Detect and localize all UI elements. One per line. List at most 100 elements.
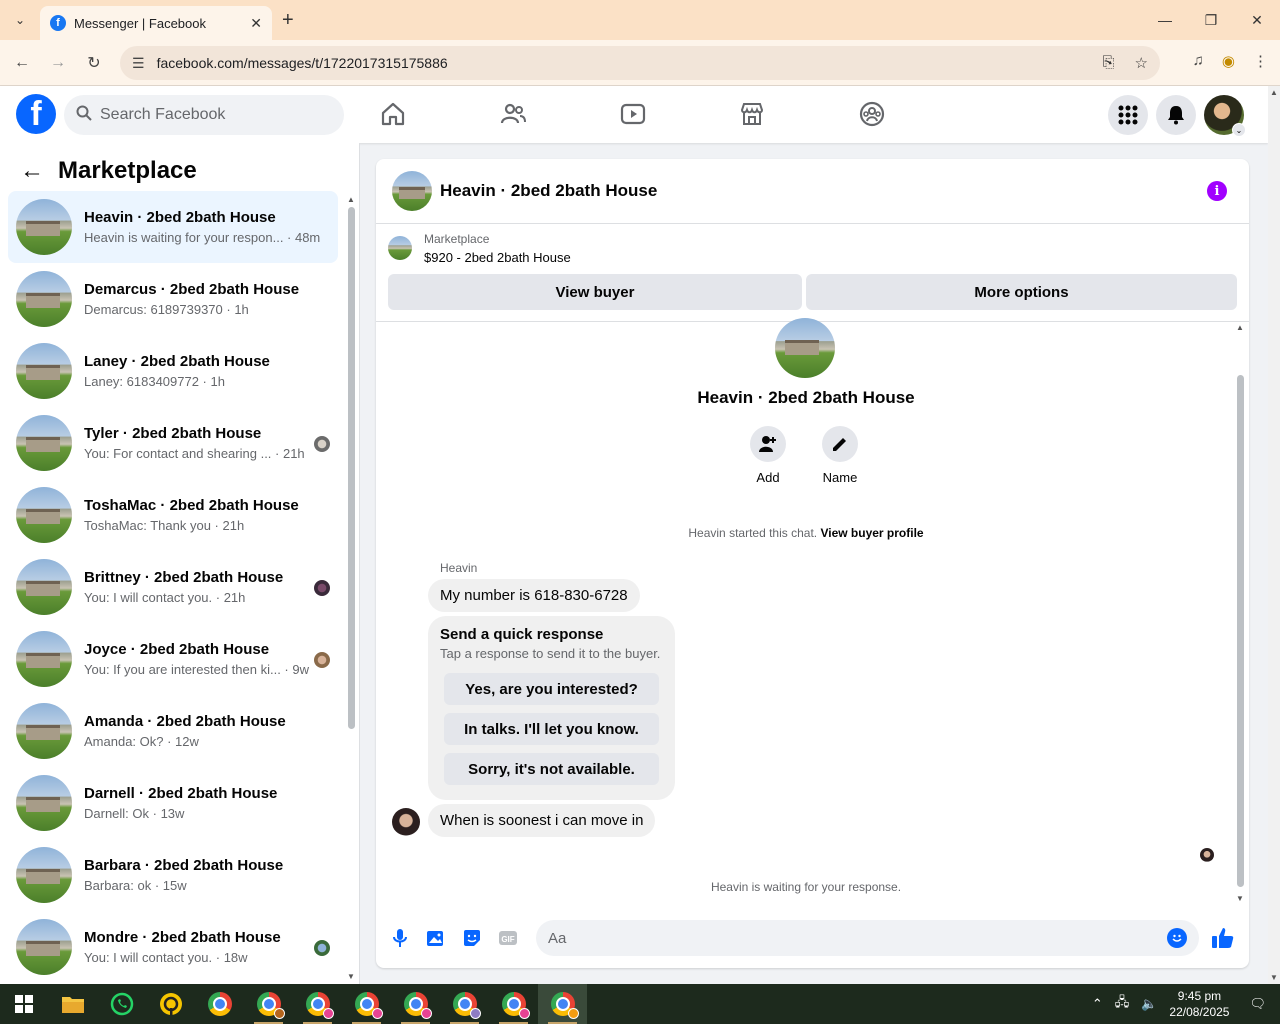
listing-thumbnail[interactable] <box>388 236 412 260</box>
notification-center-icon[interactable]: 🗨 <box>1249 996 1266 1012</box>
new-tab-icon[interactable]: + <box>282 9 294 32</box>
sticker-icon[interactable] <box>460 926 484 950</box>
scroll-up-arrow-icon[interactable]: ▲ <box>347 195 355 204</box>
close-tab-icon[interactable]: ✕ <box>250 15 262 32</box>
scroll-up-arrow-icon[interactable]: ▲ <box>1270 88 1278 97</box>
scroll-down-arrow-icon[interactable]: ▼ <box>1270 973 1278 982</box>
page-scrollbar[interactable]: ▲ ▼ <box>1268 86 1280 984</box>
conversation-item[interactable]: ToshaMac · 2bed 2bath House ToshaMac: Tha… <box>8 479 338 551</box>
clock[interactable]: 9:45 pm 22/08/2025 <box>1169 988 1229 1020</box>
video-icon[interactable] <box>619 100 647 128</box>
system-tray: ⌃ 🖧 🔈 9:45 pm 22/08/2025 🗨 <box>1086 984 1280 1024</box>
conversation-item[interactable]: Mondre · 2bed 2bath House You: I will con… <box>8 911 338 983</box>
profile-icon[interactable]: ◉ <box>1222 52 1235 70</box>
restore-icon[interactable]: ❐ <box>1188 0 1234 40</box>
facebook-logo-icon[interactable]: f <box>16 94 56 134</box>
conversation-item[interactable]: Tyler · 2bed 2bath House You: For contact… <box>8 407 338 479</box>
back-arrow-icon[interactable]: ← <box>20 157 44 185</box>
profile-hero-avatar <box>775 318 835 378</box>
media-control-icon[interactable]: ♫ <box>1193 52 1204 70</box>
quick-response-option[interactable]: Sorry, it's not available. <box>444 753 659 785</box>
forward-icon[interactable]: → <box>46 51 70 75</box>
microphone-icon[interactable] <box>388 926 412 950</box>
tab-title: Messenger | Facebook <box>74 15 206 31</box>
account-avatar[interactable]: ⌄ <box>1204 95 1246 137</box>
more-options-button[interactable]: More options <box>806 274 1237 310</box>
emoji-icon[interactable] <box>1167 928 1187 948</box>
conversation-item[interactable]: Heavin · 2bed 2bath House Heavin is waiti… <box>8 191 338 263</box>
message-bubble[interactable]: My number is 618-830-6728 <box>428 579 640 612</box>
menu-grid-icon[interactable] <box>1108 95 1148 135</box>
chrome-profile-icon[interactable] <box>244 984 293 1024</box>
address-bar[interactable]: ☰ facebook.com/messages/t/17220173151758… <box>120 46 1160 80</box>
friends-icon[interactable] <box>499 100 527 128</box>
listing-title[interactable]: $920 - 2bed 2bath House <box>424 250 571 265</box>
search-box[interactable] <box>64 95 344 135</box>
file-explorer-icon[interactable] <box>48 984 97 1024</box>
message-input-box[interactable] <box>536 920 1199 956</box>
marketplace-icon[interactable] <box>738 100 766 128</box>
scrollbar-thumb[interactable] <box>1237 375 1244 887</box>
browser-tab[interactable]: f Messenger | Facebook ✕ <box>40 6 272 40</box>
scrollbar-thumb[interactable] <box>348 207 355 729</box>
windows-start-icon[interactable] <box>0 984 48 1024</box>
conversation-item[interactable]: Joyce · 2bed 2bath House You: If you are … <box>8 623 338 695</box>
notifications-bell-icon[interactable] <box>1156 95 1196 135</box>
window-controls: — ❐ ✕ <box>1142 0 1280 40</box>
minimize-icon[interactable]: — <box>1142 0 1188 40</box>
install-app-icon[interactable]: ⎘ <box>1103 54 1115 72</box>
bookmark-star-icon[interactable]: ☆ <box>1135 54 1148 72</box>
menu-kebab-icon[interactable]: ⋮ <box>1253 52 1268 70</box>
conversation-preview: Demarcus: 6189739370 · 1h <box>84 302 249 317</box>
chat-title[interactable]: Heavin · 2bed 2bath House <box>440 181 657 201</box>
view-buyer-profile-link[interactable]: View buyer profile <box>820 526 923 540</box>
nickname-button[interactable]: Name <box>822 426 858 485</box>
tab-search-icon[interactable]: ⌄ <box>8 8 32 32</box>
chrome-profile-icon[interactable] <box>440 984 489 1024</box>
message-input[interactable] <box>548 929 1167 947</box>
chat-avatar[interactable] <box>392 171 432 211</box>
gif-icon[interactable]: GIF <box>496 926 520 950</box>
conversation-item[interactable]: Darnell · 2bed 2bath House Darnell: Ok · … <box>8 767 338 839</box>
chrome-icon[interactable] <box>195 984 244 1024</box>
groups-icon[interactable] <box>858 100 886 128</box>
conversation-item[interactable]: Brittney · 2bed 2bath House You: I will c… <box>8 551 338 623</box>
url-text[interactable]: facebook.com/messages/t/1722017315175886 <box>157 55 1103 71</box>
app-icon[interactable] <box>146 984 195 1024</box>
thumbs-up-icon[interactable] <box>1209 924 1237 952</box>
quick-response-option[interactable]: In talks. I'll let you know. <box>444 713 659 745</box>
network-icon[interactable]: 🖧 <box>1115 993 1130 1015</box>
chrome-profile-icon[interactable] <box>489 984 538 1024</box>
home-icon[interactable] <box>379 100 407 128</box>
site-info-icon[interactable]: ☰ <box>132 55 145 72</box>
quick-response-option[interactable]: Yes, are you interested? <box>444 673 659 705</box>
add-contact-button[interactable]: Add <box>750 426 786 485</box>
chat-scrollbar[interactable]: ▲ ▼ <box>1235 323 1245 903</box>
back-icon[interactable]: ← <box>10 51 34 75</box>
scroll-down-arrow-icon[interactable]: ▼ <box>347 972 355 981</box>
info-icon[interactable]: i <box>1207 181 1227 201</box>
conversation-item[interactable]: Amanda · 2bed 2bath House Amanda: Ok? · 1… <box>8 695 338 767</box>
chrome-profile-icon[interactable] <box>293 984 342 1024</box>
chrome-profile-icon-active[interactable] <box>538 984 587 1024</box>
volume-icon[interactable]: 🔈 <box>1141 996 1157 1012</box>
message-bubble[interactable]: When is soonest i can move in <box>428 804 656 837</box>
conversation-item[interactable]: Barbara · 2bed 2bath House Barbara: ok · … <box>8 839 338 911</box>
conversation-item[interactable]: Demarcus · 2bed 2bath House Demarcus: 618… <box>8 263 338 335</box>
chrome-profile-icon[interactable] <box>342 984 391 1024</box>
reload-icon[interactable]: ↻ <box>82 51 106 75</box>
whatsapp-icon[interactable] <box>97 984 146 1024</box>
windows-taskbar: ⌃ 🖧 🔈 9:45 pm 22/08/2025 🗨 <box>0 984 1280 1024</box>
close-window-icon[interactable]: ✕ <box>1234 0 1280 40</box>
sidebar-scrollbar[interactable]: ▲ ▼ <box>346 193 356 983</box>
scroll-down-arrow-icon[interactable]: ▼ <box>1236 894 1244 903</box>
conversation-item[interactable]: Laney · 2bed 2bath House Laney: 618340977… <box>8 335 338 407</box>
show-hidden-icons-icon[interactable]: ⌃ <box>1092 996 1103 1012</box>
scroll-up-arrow-icon[interactable]: ▲ <box>1236 323 1244 332</box>
photo-icon[interactable] <box>424 926 448 950</box>
view-buyer-button[interactable]: View buyer <box>388 274 802 310</box>
hero-name: Heavin · 2bed 2bath House <box>697 388 915 407</box>
sender-avatar[interactable] <box>392 808 420 836</box>
chrome-profile-icon[interactable] <box>391 984 440 1024</box>
search-input[interactable] <box>100 106 320 124</box>
